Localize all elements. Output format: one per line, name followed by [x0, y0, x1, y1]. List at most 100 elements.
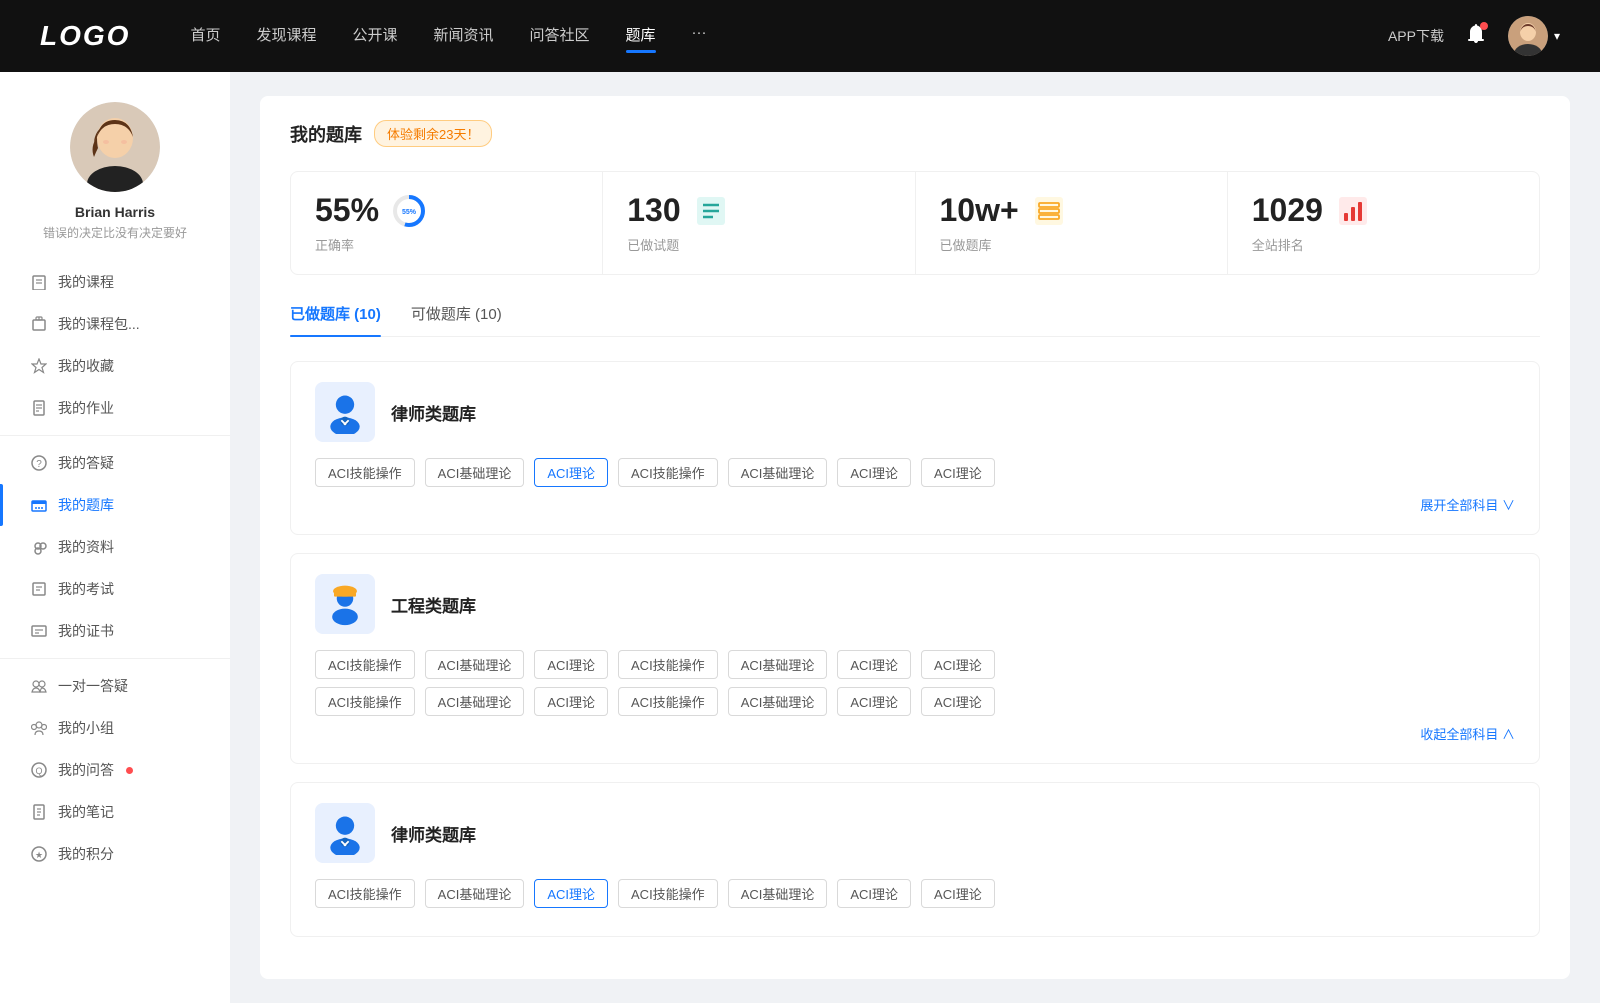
- stat-ranking-value: 1029: [1252, 192, 1323, 229]
- nav-qa[interactable]: 问答社区: [530, 24, 590, 49]
- tag-lawyer-2-6[interactable]: ACI理论: [921, 879, 995, 908]
- bank-card-engineer-expand[interactable]: 收起全部科目 ∧: [315, 724, 1515, 743]
- sidebar-divider-2: [0, 658, 230, 659]
- bank-card-engineer-tags-row1: ACI技能操作 ACI基础理论 ACI理论 ACI技能操作 ACI基础理论 AC…: [315, 650, 1515, 679]
- sidebar-item-exam[interactable]: 我的考试: [0, 568, 230, 610]
- bank-engineer-icon: [315, 574, 375, 634]
- sidebar-motto: 错误的决定比没有决定要好: [23, 224, 207, 241]
- tag-eng-5[interactable]: ACI理论: [837, 650, 911, 679]
- bank-card-lawyer-1-expand[interactable]: 展开全部科目 ∨: [315, 495, 1515, 514]
- tag-lawyer-1-6[interactable]: ACI理论: [921, 458, 995, 487]
- bank-card-lawyer-2-title: 律师类题库: [391, 821, 476, 846]
- user-avatar: [1508, 16, 1548, 56]
- page-title: 我的题库: [290, 121, 362, 147]
- navbar-right: APP下载 ▾: [1388, 16, 1560, 56]
- sidebar-item-qa-answer[interactable]: ? 我的答疑: [0, 442, 230, 484]
- stat-ranking-top: 1029: [1252, 192, 1515, 229]
- main-content: 我的题库 体验剩余23天！ 55% 5: [230, 72, 1600, 1003]
- sidebar-item-bank[interactable]: 我的题库: [0, 484, 230, 526]
- sidebar-item-one-on-one[interactable]: 一对一答疑: [0, 665, 230, 707]
- sidebar-item-course[interactable]: 我的课程: [0, 261, 230, 303]
- star-icon: [30, 357, 48, 375]
- app-download-button[interactable]: APP下载: [1388, 26, 1444, 46]
- tag-lawyer-1-0[interactable]: ACI技能操作: [315, 458, 415, 487]
- sidebar: Brian Harris 错误的决定比没有决定要好 我的课程 我的课程包...: [0, 72, 230, 1003]
- navbar-menu: 首页 发现课程 公开课 新闻资讯 问答社区 题库 ···: [190, 24, 1388, 49]
- certificate-icon: [30, 622, 48, 640]
- qa-answer-icon: ?: [30, 454, 48, 472]
- tag-lawyer-2-2[interactable]: ACI理论: [534, 879, 608, 908]
- main-layout: Brian Harris 错误的决定比没有决定要好 我的课程 我的课程包...: [0, 72, 1600, 1003]
- nav-bank[interactable]: 题库: [626, 24, 656, 49]
- bank-card-lawyer-2-tags: ACI技能操作 ACI基础理论 ACI理论 ACI技能操作 ACI基础理论 AC…: [315, 879, 1515, 908]
- tag-eng-12[interactable]: ACI理论: [837, 687, 911, 716]
- tag-eng-4[interactable]: ACI基础理论: [728, 650, 828, 679]
- nav-home[interactable]: 首页: [190, 24, 220, 49]
- sidebar-item-certificate[interactable]: 我的证书: [0, 610, 230, 652]
- stat-questions-icon: [693, 193, 729, 229]
- sidebar-item-notes[interactable]: 我的笔记: [0, 791, 230, 833]
- tag-eng-7[interactable]: ACI技能操作: [315, 687, 415, 716]
- page-header: 我的题库 体验剩余23天！: [290, 120, 1540, 147]
- sidebar-item-package[interactable]: 我的课程包...: [0, 303, 230, 345]
- stat-banks-value: 10w+: [940, 192, 1019, 229]
- bank-card-engineer-tags-row2: ACI技能操作 ACI基础理论 ACI理论 ACI技能操作 ACI基础理论 AC…: [315, 687, 1515, 716]
- sidebar-item-my-qa[interactable]: Q 我的问答: [0, 749, 230, 791]
- sidebar-item-favorites[interactable]: 我的收藏: [0, 345, 230, 387]
- tag-eng-10[interactable]: ACI技能操作: [618, 687, 718, 716]
- nav-more[interactable]: ···: [692, 24, 707, 49]
- tag-lawyer-2-1[interactable]: ACI基础理论: [425, 879, 525, 908]
- points-icon: ★: [30, 845, 48, 863]
- user-avatar-dropdown[interactable]: ▾: [1508, 16, 1560, 56]
- stat-banks-label: 已做题库: [940, 235, 1203, 254]
- notification-dot: [1480, 22, 1488, 30]
- tag-eng-0[interactable]: ACI技能操作: [315, 650, 415, 679]
- svg-text:Q: Q: [35, 766, 42, 776]
- tag-lawyer-1-2[interactable]: ACI理论: [534, 458, 608, 487]
- tab-available-banks[interactable]: 可做题库 (10): [411, 303, 502, 336]
- tag-lawyer-2-4[interactable]: ACI基础理论: [728, 879, 828, 908]
- group-icon: [30, 719, 48, 737]
- tag-eng-9[interactable]: ACI理论: [534, 687, 608, 716]
- tag-lawyer-1-4[interactable]: ACI基础理论: [728, 458, 828, 487]
- stat-questions-value: 130: [627, 192, 680, 229]
- tag-eng-3[interactable]: ACI技能操作: [618, 650, 718, 679]
- notification-bell[interactable]: [1464, 22, 1488, 51]
- stat-banks-top: 10w+: [940, 192, 1203, 229]
- tag-eng-2[interactable]: ACI理论: [534, 650, 608, 679]
- bank-card-lawyer-1-title: 律师类题库: [391, 400, 476, 425]
- nav-news[interactable]: 新闻资讯: [434, 24, 494, 49]
- course-icon: [30, 273, 48, 291]
- logo[interactable]: LOGO: [40, 20, 130, 52]
- tag-lawyer-2-5[interactable]: ACI理论: [837, 879, 911, 908]
- sidebar-item-group[interactable]: 我的小组: [0, 707, 230, 749]
- nav-discover[interactable]: 发现课程: [256, 24, 316, 49]
- bank-lawyer-icon-1: [315, 382, 375, 442]
- stat-banks: 10w+ 已做题库: [916, 172, 1228, 274]
- tag-eng-6[interactable]: ACI理论: [921, 650, 995, 679]
- stats-row: 55% 55% 正确率: [290, 171, 1540, 275]
- sidebar-item-points[interactable]: ★ 我的积分: [0, 833, 230, 875]
- stat-accuracy-value: 55%: [315, 192, 379, 229]
- sidebar-item-material[interactable]: 我的资料: [0, 526, 230, 568]
- tag-lawyer-2-3[interactable]: ACI技能操作: [618, 879, 718, 908]
- tag-lawyer-1-1[interactable]: ACI基础理论: [425, 458, 525, 487]
- tag-eng-13[interactable]: ACI理论: [921, 687, 995, 716]
- bank-card-lawyer-1-header: 律师类题库: [315, 382, 1515, 442]
- stat-ranking-label: 全站排名: [1252, 235, 1515, 254]
- tab-done-banks[interactable]: 已做题库 (10): [290, 303, 381, 336]
- tag-lawyer-2-0[interactable]: ACI技能操作: [315, 879, 415, 908]
- tag-lawyer-1-3[interactable]: ACI技能操作: [618, 458, 718, 487]
- bank-card-engineer-title: 工程类题库: [391, 592, 476, 617]
- bank-card-lawyer-2-header: 律师类题库: [315, 803, 1515, 863]
- sidebar-item-homework[interactable]: 我的作业: [0, 387, 230, 429]
- trial-badge[interactable]: 体验剩余23天！: [374, 120, 492, 147]
- bank-card-engineer-header: 工程类题库: [315, 574, 1515, 634]
- tag-eng-8[interactable]: ACI基础理论: [425, 687, 525, 716]
- tag-eng-11[interactable]: ACI基础理论: [728, 687, 828, 716]
- tag-eng-1[interactable]: ACI基础理论: [425, 650, 525, 679]
- tag-lawyer-1-5[interactable]: ACI理论: [837, 458, 911, 487]
- stat-accuracy-icon: 55%: [391, 193, 427, 229]
- nav-open-course[interactable]: 公开课: [352, 24, 397, 49]
- bank-card-lawyer-1: 律师类题库 ACI技能操作 ACI基础理论 ACI理论 ACI技能操作 ACI基…: [290, 361, 1540, 535]
